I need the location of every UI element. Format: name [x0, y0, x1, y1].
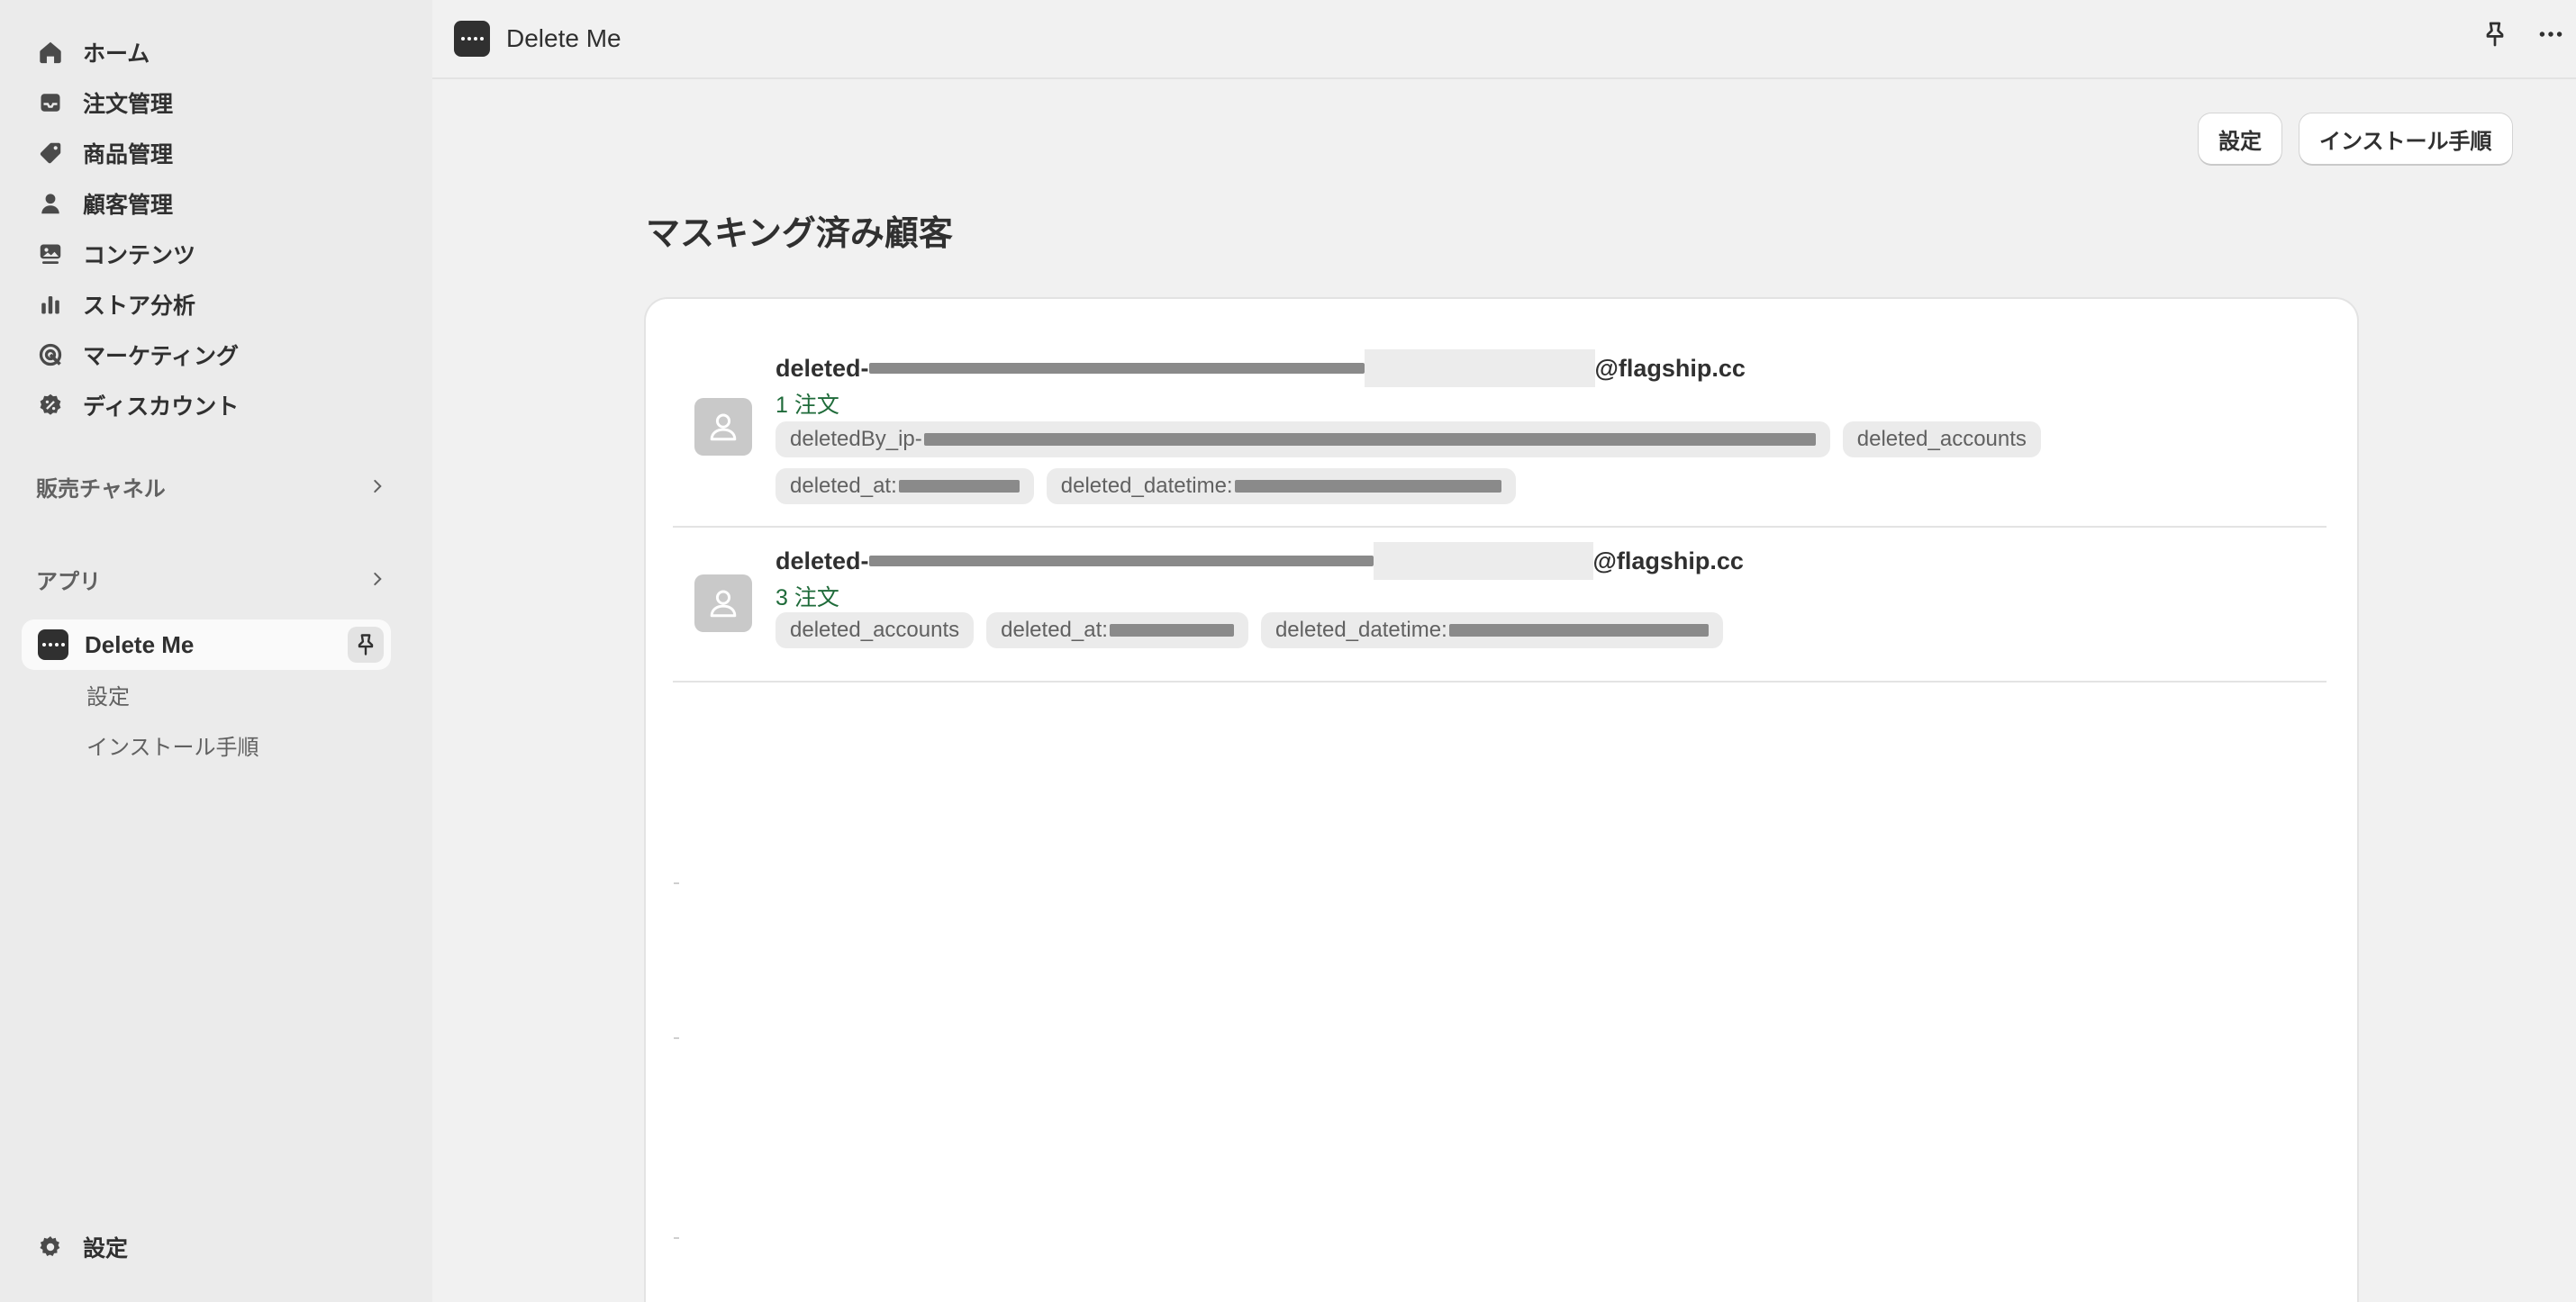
sidebar-subitem-settings[interactable]: 設定 — [86, 679, 130, 710]
sidebar-item-label: コンテンツ — [83, 243, 196, 268]
sidebar-item-label: マーケティング — [83, 344, 240, 369]
redaction — [868, 363, 1365, 374]
divider — [674, 1237, 679, 1239]
customer-email: deleted- @flagship.cc — [776, 349, 1746, 387]
sidebar-item-content[interactable]: コンテンツ — [22, 232, 391, 276]
person-outline-icon — [710, 590, 737, 618]
email-suffix: @flagship.cc — [1594, 354, 1746, 382]
sidebar-item-products[interactable]: 商品管理 — [22, 131, 391, 175]
email-suffix: @flagship.cc — [1592, 547, 1744, 574]
sidebar-item-label: 注文管理 — [83, 92, 174, 117]
tag: deleted_datetime: — [1046, 468, 1516, 504]
sales-channels-section[interactable]: 販売チャネル — [36, 466, 387, 506]
customer-email: deleted- @flagship.cc — [776, 542, 1744, 580]
inbox-icon — [32, 85, 68, 121]
tag: deleted_at: — [986, 612, 1248, 648]
order-count: 3 注文 — [776, 585, 839, 610]
chevron-right-icon — [374, 572, 382, 586]
sidebar-subitem-install[interactable]: インストール手順 — [86, 729, 259, 761]
sidebar-item-analytics[interactable]: ストア分析 — [22, 283, 391, 326]
pin-icon[interactable] — [2481, 20, 2509, 49]
tag-list: deleted_accounts deleted_at: deleted_dat… — [776, 612, 1723, 648]
sidebar-item-orders[interactable]: 注文管理 — [22, 81, 391, 124]
sidebar-app-label: Delete Me — [85, 630, 195, 658]
apps-section[interactable]: アプリ — [36, 559, 387, 599]
settings-button[interactable]: 設定 — [2199, 113, 2281, 164]
tag: deleted_at: — [776, 468, 1034, 504]
person-icon — [32, 185, 68, 222]
install-guide-button[interactable]: インストール手順 — [2299, 113, 2512, 164]
more-horizontal-icon[interactable] — [2536, 20, 2565, 49]
tag: deleted_accounts — [1842, 421, 2041, 457]
chevron-right-icon — [374, 479, 382, 493]
redaction — [1373, 542, 1593, 580]
sidebar-item-customers[interactable]: 顧客管理 — [22, 182, 391, 225]
tag-list: deletedBy_ip- deleted_accounts deleted_a… — [776, 421, 2307, 504]
sidebar-app-delete-me[interactable]: Delete Me — [22, 619, 391, 670]
avatar — [694, 574, 752, 632]
sidebar-item-label: 設定 — [83, 1236, 129, 1261]
tag-icon — [32, 135, 68, 171]
sidebar-item-label: ストア分析 — [83, 294, 196, 319]
redaction — [868, 556, 1374, 566]
tag: deleted_accounts — [776, 612, 975, 648]
sidebar-item-label: ホーム — [83, 41, 150, 67]
tag: deleted_datetime: — [1260, 612, 1723, 648]
app-icon — [38, 629, 68, 660]
page-title: マスキング済み顧客 — [646, 215, 953, 253]
avatar — [694, 398, 752, 456]
sidebar-item-label: 商品管理 — [83, 142, 174, 167]
home-icon — [32, 34, 68, 70]
divider — [674, 1037, 679, 1039]
sidebar-item-label: ディスカウント — [83, 394, 240, 420]
app-header: Delete Me — [432, 0, 2576, 79]
gear-icon — [32, 1229, 68, 1265]
bar-chart-icon — [32, 286, 68, 322]
email-prefix: deleted- — [776, 547, 869, 574]
app-icon — [454, 21, 490, 57]
sidebar: ホーム 注文管理 商品管理 顧客管理 コンテンツ ストア分析 マーケティング デ… — [0, 0, 432, 1302]
divider — [674, 882, 679, 884]
target-icon — [32, 337, 68, 373]
discount-icon — [32, 387, 68, 423]
tag: deletedBy_ip- — [776, 421, 1830, 457]
image-icon — [32, 236, 68, 272]
sidebar-item-discounts[interactable]: ディスカウント — [22, 384, 391, 427]
customers-card: deleted- @flagship.cc 1 注文 deletedBy_ip- … — [646, 299, 2357, 1302]
pin-icon[interactable] — [348, 627, 384, 663]
customer-row[interactable]: deleted- @flagship.cc 3 注文 deleted_accoun… — [673, 529, 2327, 683]
section-label: アプリ — [36, 569, 101, 594]
sidebar-item-label: 顧客管理 — [83, 193, 174, 218]
app-title: Delete Me — [506, 24, 621, 52]
sidebar-item-settings[interactable]: 設定 — [22, 1225, 128, 1270]
person-outline-icon — [710, 413, 737, 441]
sidebar-item-home[interactable]: ホーム — [22, 31, 391, 74]
order-count: 1 注文 — [776, 393, 839, 418]
customer-row[interactable]: deleted- @flagship.cc 1 注文 deletedBy_ip- … — [673, 299, 2327, 528]
sidebar-item-marketing[interactable]: マーケティング — [22, 333, 391, 376]
email-prefix: deleted- — [776, 354, 869, 382]
section-label: 販売チャネル — [36, 476, 166, 502]
redaction — [1364, 349, 1595, 387]
